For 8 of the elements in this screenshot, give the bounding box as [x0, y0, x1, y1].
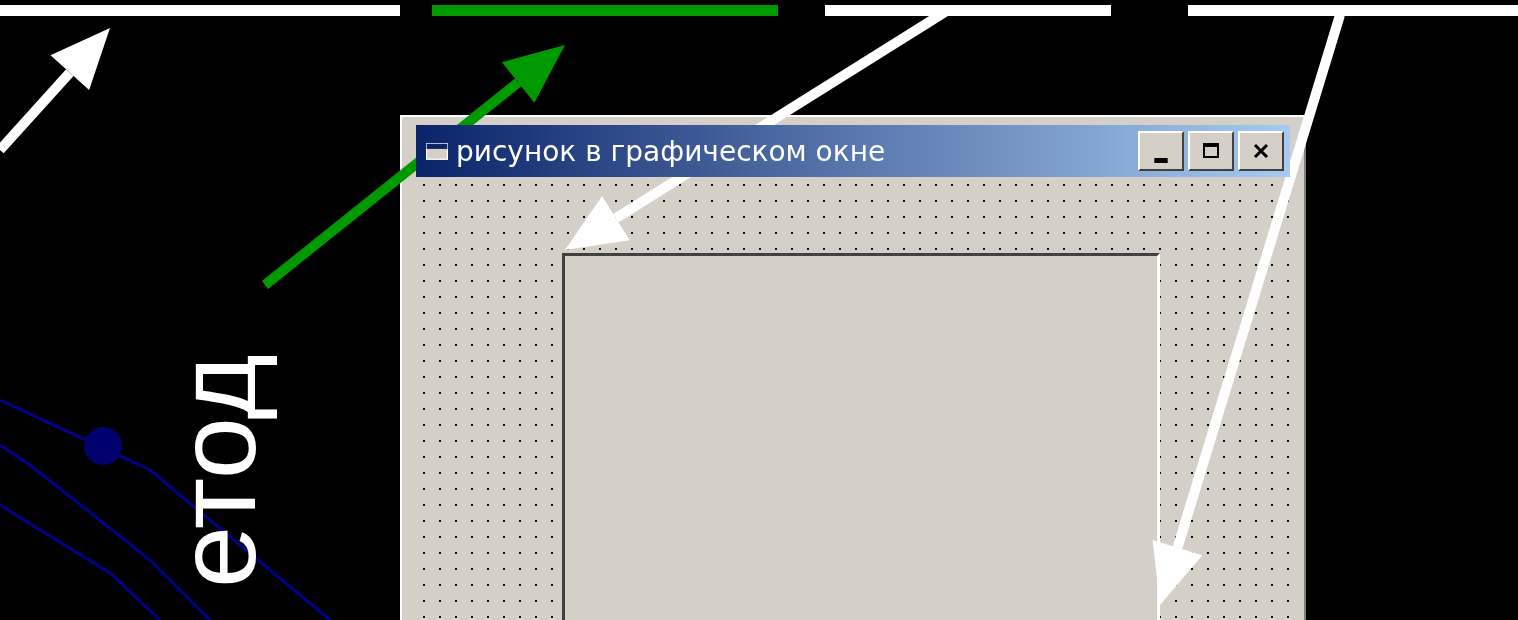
window-title: рисунок в графическом окне: [456, 134, 887, 168]
minimize-button[interactable]: [1138, 131, 1184, 171]
close-button[interactable]: [1238, 131, 1284, 171]
maximize-button[interactable]: [1188, 131, 1234, 171]
form-icon: [426, 142, 448, 160]
maximize-icon: [1201, 141, 1221, 161]
minimize-icon: [1154, 157, 1168, 163]
close-icon: [1251, 141, 1271, 161]
